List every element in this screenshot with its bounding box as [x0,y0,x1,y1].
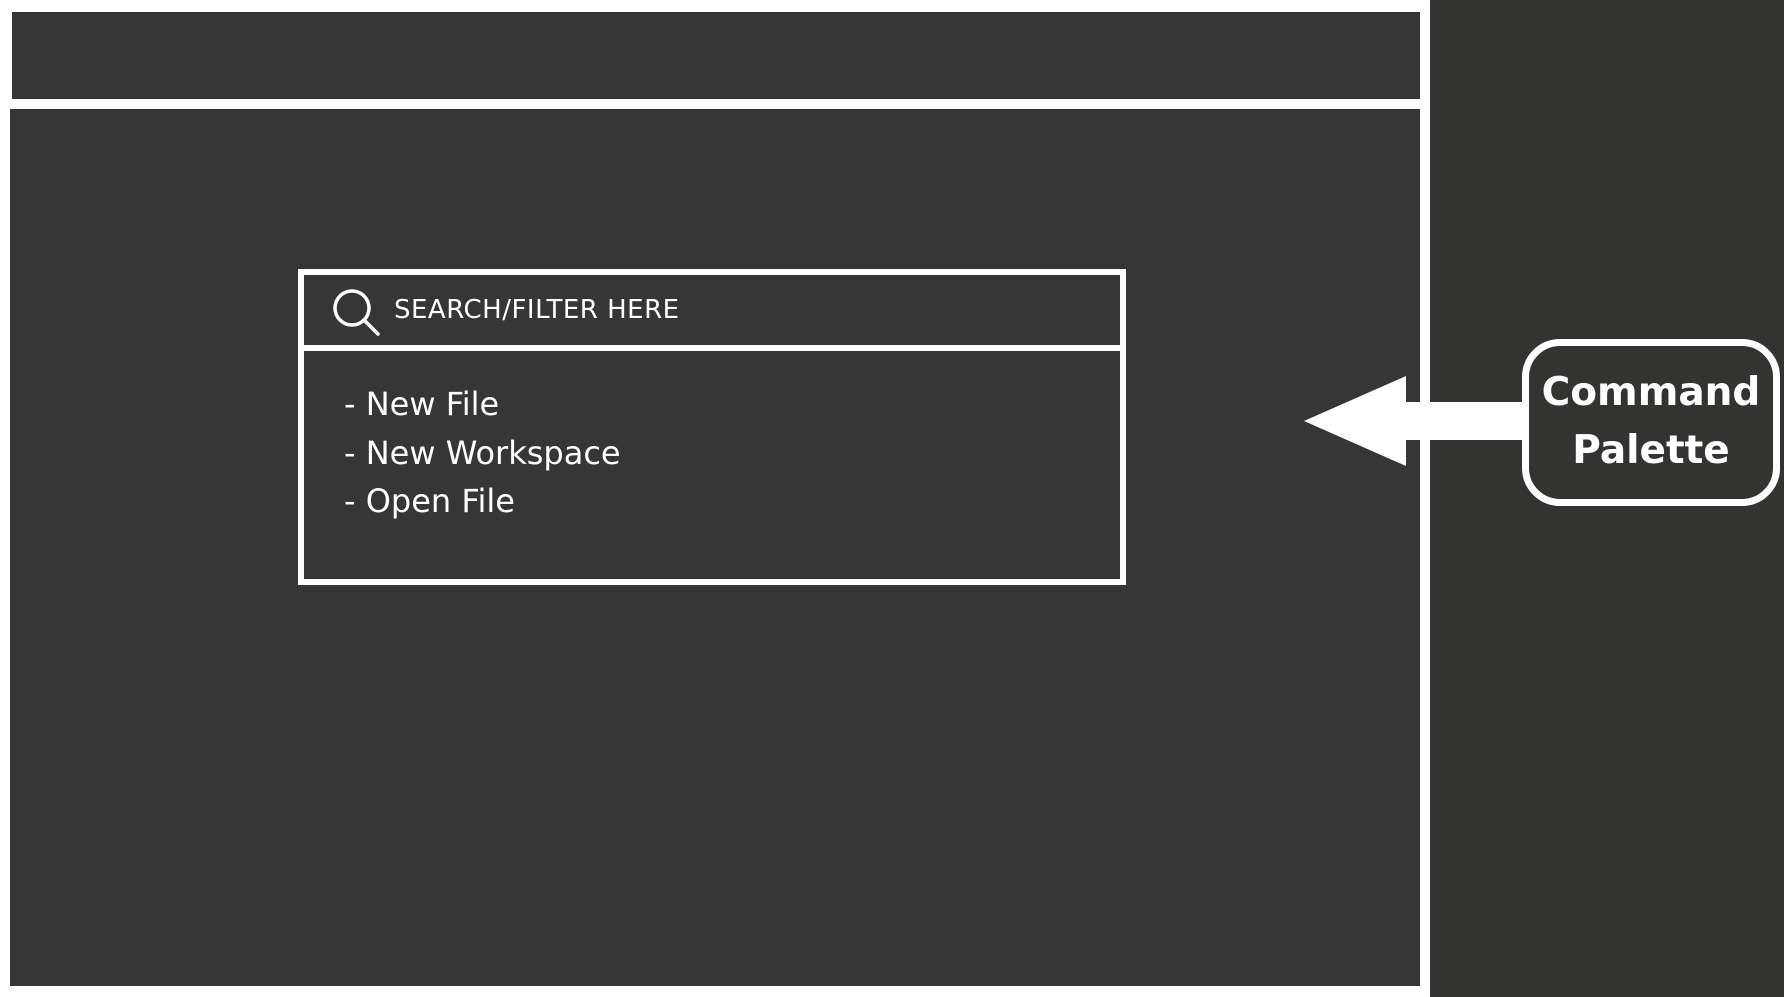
command-palette: SEARCH/FILTER HERE - New File - New Work… [298,269,1126,585]
search-bar[interactable]: SEARCH/FILTER HERE [304,275,1120,351]
left-arrow-icon [1304,376,1540,466]
callout-label: Command Palette [1522,339,1780,506]
command-item-new-file[interactable]: - New File [344,384,499,424]
search-input[interactable]: SEARCH/FILTER HERE [394,293,680,327]
search-icon [333,289,380,336]
command-item-open-file[interactable]: - Open File [344,481,515,521]
command-list: - New File - New Workspace - Open File [304,351,1120,579]
callout-line-2: Palette [1572,428,1730,473]
callout-line-1: Command [1541,370,1761,415]
command-item-new-workspace[interactable]: - New Workspace [344,433,621,473]
title-bar [12,12,1420,99]
